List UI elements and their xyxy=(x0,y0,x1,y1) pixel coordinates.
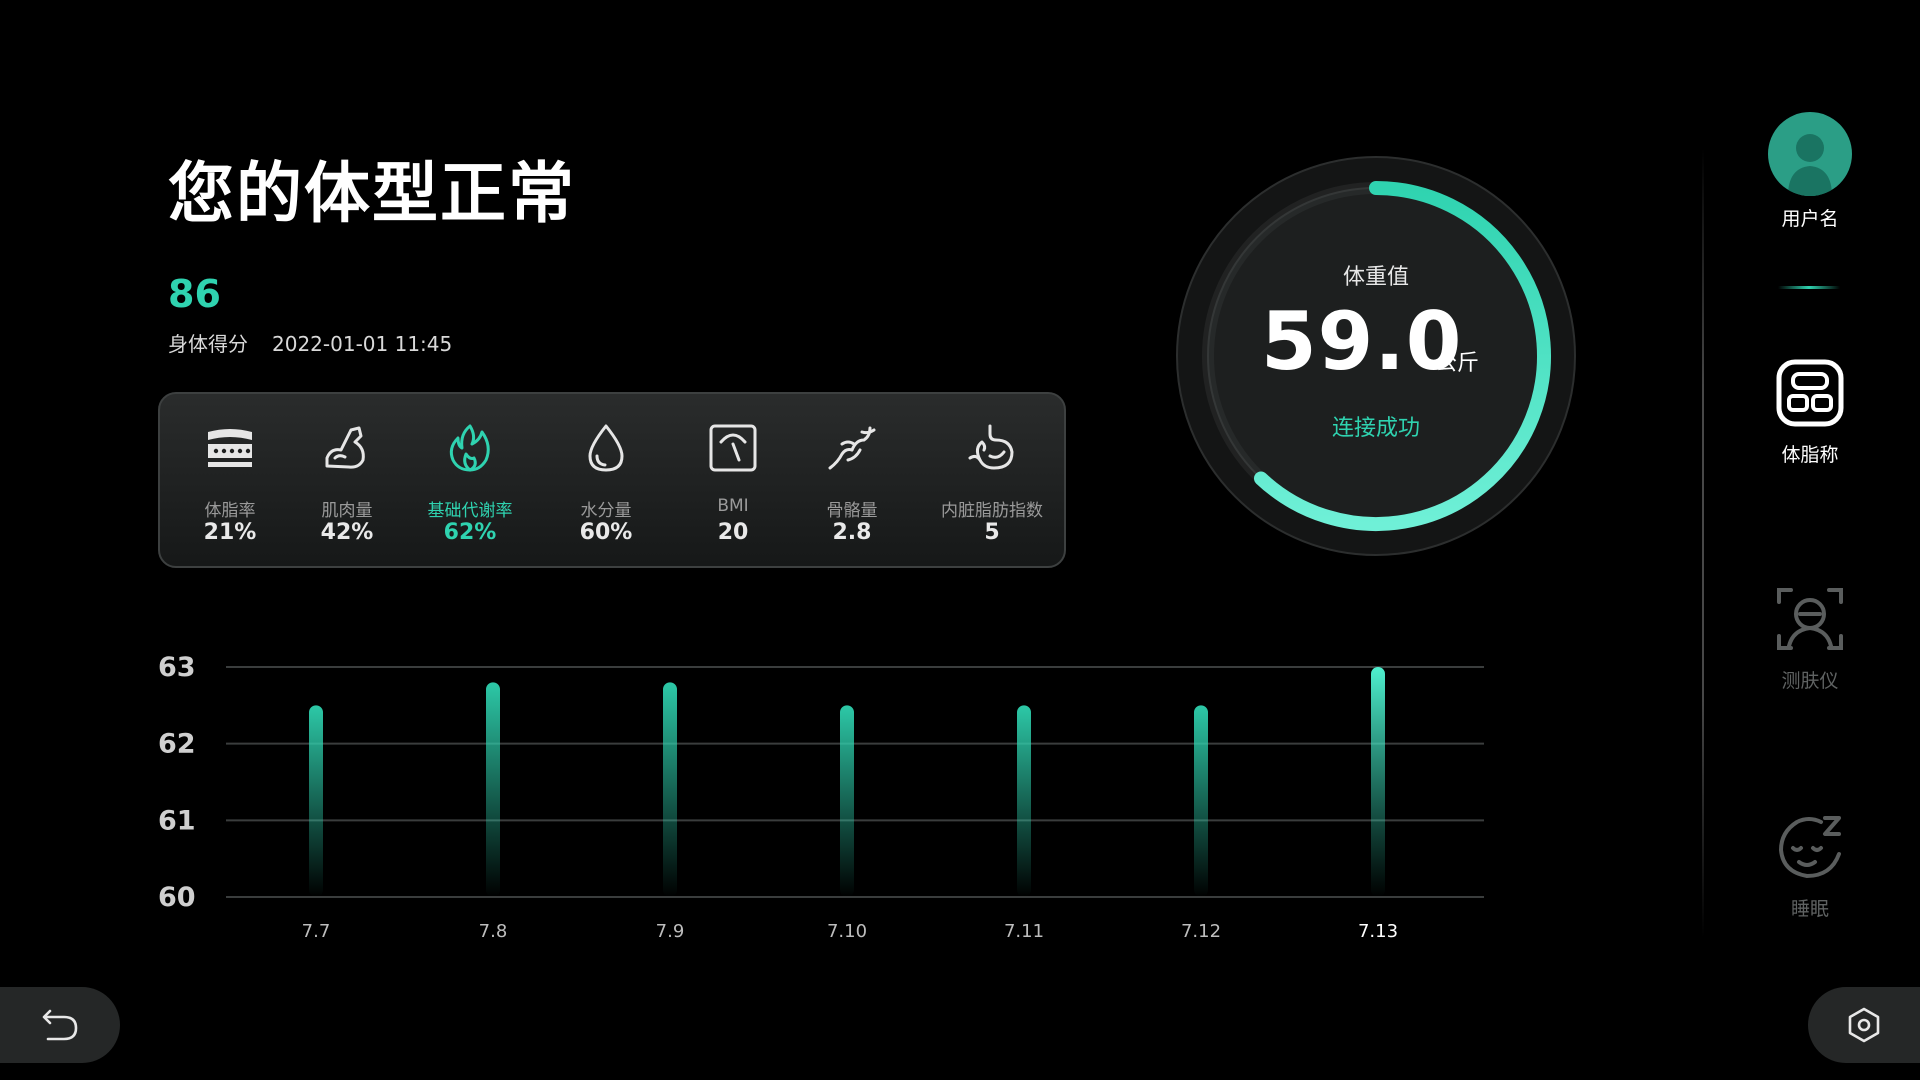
page-title: 您的体型正常 xyxy=(168,155,576,232)
weight-history-chart: 63 62 61 60 7.7 7.8 7.9 7.10 7.11 7.12 7.13 xyxy=(150,640,1490,942)
metric-label: 基础代谢率 xyxy=(427,501,513,521)
sidebar-item-skin-tester[interactable]: 测肤仪 xyxy=(1750,584,1870,693)
chart-bar[interactable] xyxy=(1371,667,1385,897)
metric-bmi[interactable]: BMI 20 xyxy=(673,394,793,570)
metric-value: 20 xyxy=(717,520,749,545)
connection-status: 连接成功 xyxy=(1331,416,1420,441)
sidebar-item-label: 用户名 xyxy=(1781,208,1839,230)
sleep-face-icon xyxy=(1779,816,1841,878)
chart-x-tick-label: 7.10 xyxy=(827,921,867,942)
chart-y-tick-label: 61 xyxy=(158,805,196,836)
sidebar-item-label: 测肤仪 xyxy=(1781,670,1839,692)
metric-body-fat[interactable]: 体脂率 21% xyxy=(170,394,290,570)
measurement-timestamp: 2022-01-01 11:45 xyxy=(272,332,453,356)
chart-bar[interactable] xyxy=(840,705,854,897)
user-avatar-icon xyxy=(1768,112,1852,196)
sidebar-item-body-scale[interactable]: 体脂称 xyxy=(1750,358,1870,467)
metric-label: 内脏脂肪指数 xyxy=(941,501,1043,521)
back-arrow-icon xyxy=(42,1009,78,1041)
bone-joint-icon xyxy=(824,420,880,476)
settings-hex-icon xyxy=(1848,1007,1880,1043)
metric-value: 5 xyxy=(984,520,1000,545)
score-meta: 身体得分 2022-01-01 11:45 xyxy=(168,328,476,357)
chart-x-tick-label: 7.13 xyxy=(1358,921,1398,942)
chart-y-tick-label: 62 xyxy=(158,729,196,760)
skin-tester-icon xyxy=(1777,588,1843,650)
metric-visceral-fat[interactable]: 内脏脂肪指数 5 xyxy=(932,394,1052,570)
metric-water[interactable]: 水分量 60% xyxy=(546,394,666,570)
chart-bar[interactable] xyxy=(309,705,323,897)
metric-bone[interactable]: 骨骼量 2.8 xyxy=(792,394,912,570)
metric-muscle[interactable]: 肌肉量 42% xyxy=(287,394,407,570)
chart-bar[interactable] xyxy=(1194,705,1208,897)
muscle-arm-icon xyxy=(319,420,375,476)
metric-label: 水分量 xyxy=(580,501,632,521)
sidebar-item-user[interactable]: 用户名 xyxy=(1750,112,1870,231)
metric-value: 2.8 xyxy=(832,520,872,545)
metric-bmr[interactable]: 基础代谢率 62% xyxy=(410,394,530,570)
scale-gauge-icon xyxy=(705,420,761,476)
stomach-icon xyxy=(964,420,1020,476)
body-fat-icon xyxy=(202,420,258,476)
chart-x-tick-label: 7.8 xyxy=(479,921,508,942)
active-indicator xyxy=(1778,286,1840,289)
chart-y-tick-label: 60 xyxy=(158,882,196,913)
metric-value: 42% xyxy=(320,520,374,545)
weight-value: 59.0 xyxy=(1261,295,1463,388)
metric-label: BMI xyxy=(717,496,749,516)
body-score-value: 86 xyxy=(168,272,221,316)
sidebar-item-sleep[interactable]: 睡眠 xyxy=(1750,812,1870,921)
chart-bar[interactable] xyxy=(486,682,500,897)
chart-bar[interactable] xyxy=(1017,705,1031,897)
chart-x-tick-label: 7.11 xyxy=(1004,921,1044,942)
body-score-label: 身体得分 xyxy=(168,332,248,356)
sidebar-item-label: 睡眠 xyxy=(1790,898,1829,920)
sidebar-item-label: 体脂称 xyxy=(1781,444,1839,466)
sidebar-divider xyxy=(1702,148,1704,938)
settings-button[interactable] xyxy=(1808,987,1920,1063)
metric-label: 体脂率 xyxy=(204,501,256,521)
chart-y-tick-label: 63 xyxy=(158,652,196,683)
body-scale-icon xyxy=(1776,359,1844,427)
weight-history-chart-svg: 63 62 61 60 7.7 7.8 7.9 7.10 7.11 7.12 7.13 xyxy=(158,652,1484,942)
chart-x-tick-label: 7.7 xyxy=(302,921,331,942)
metric-label: 骨骼量 xyxy=(826,501,878,521)
chart-bar[interactable] xyxy=(663,682,677,897)
metric-label: 肌肉量 xyxy=(321,501,373,521)
chart-x-tick-label: 7.9 xyxy=(656,921,685,942)
weight-gauge: 体重值 59.0 公斤 连接成功 xyxy=(1175,155,1577,557)
metric-value: 60% xyxy=(579,520,633,545)
back-button[interactable] xyxy=(0,987,120,1063)
chart-x-tick-label: 7.12 xyxy=(1181,921,1221,942)
weight-label: 体重值 xyxy=(1342,265,1409,290)
metric-value: 62% xyxy=(443,520,497,545)
weight-unit: 公斤 xyxy=(1435,351,1480,376)
water-drop-icon xyxy=(578,420,634,476)
flame-icon xyxy=(442,420,498,476)
metric-value: 21% xyxy=(203,520,257,545)
body-metrics-panel: 体脂率 21% 肌肉量 42% 基础代谢率 62% 水分量 60% BMI 20… xyxy=(158,392,1066,568)
